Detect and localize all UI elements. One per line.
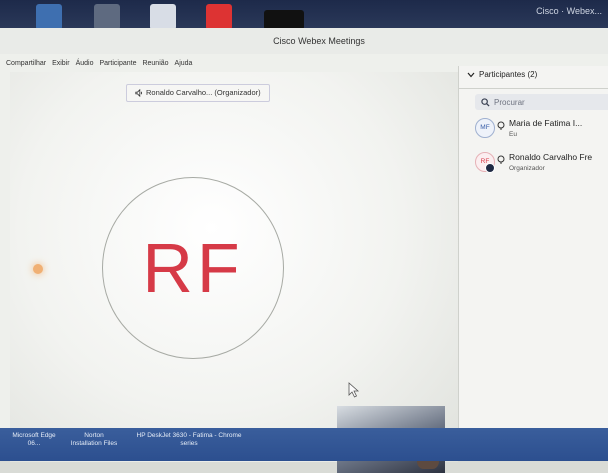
taskbar-label: HP DeskJet 3630 - Fatima - Chrome <box>136 432 242 439</box>
title-bar: Cisco Webex Meetings <box>0 28 608 54</box>
webex-window: Cisco Webex Meetings Compartilhar Exibir… <box>0 28 608 473</box>
panel-divider <box>459 88 608 89</box>
taskbar-label: Microsoft Edge <box>12 432 56 439</box>
microphone-icon[interactable] <box>497 121 505 131</box>
menu-exibir[interactable]: Exibir <box>52 60 70 67</box>
desktop-app-icon[interactable] <box>36 4 62 30</box>
light-reflection <box>33 264 43 274</box>
status-indicator <box>485 163 495 173</box>
taskbar-sublabel: series <box>180 440 198 447</box>
menu-ajuda[interactable]: Ajuda <box>175 60 193 67</box>
speaker-avatar: RF <box>102 177 284 359</box>
taskbar-sublabel: 06... <box>27 440 41 447</box>
taskbar-label: Norton <box>84 432 104 439</box>
participant-row[interactable]: MF Maria de Fatima I... Eu <box>475 118 608 150</box>
participant-search[interactable] <box>475 94 608 110</box>
taskbar-item[interactable]: Microsoft Edge 06... <box>2 432 66 448</box>
chevron-down-icon[interactable] <box>467 72 475 78</box>
taskbar-item[interactable]: Norton Installation Files <box>64 432 124 448</box>
participant-name: Maria de Fatima I... <box>509 118 583 128</box>
menu-bar: Compartilhar Exibir Áudio Participante R… <box>0 54 466 72</box>
video-stage[interactable]: Ronaldo Carvalho... (Organizador) RF <box>10 72 458 473</box>
menu-participante[interactable]: Participante <box>100 60 137 67</box>
window-title: Cisco Webex Meetings <box>273 36 365 46</box>
participants-header[interactable]: Participantes (2) <box>467 70 537 79</box>
desktop-taskbar: Microsoft Edge 06... Norton Installation… <box>0 428 608 461</box>
media-icon[interactable] <box>264 10 304 30</box>
search-icon <box>481 97 490 107</box>
menu-reuniao[interactable]: Reunião <box>142 60 168 67</box>
participants-title: Participantes (2) <box>479 70 538 79</box>
menu-compartilhar[interactable]: Compartilhar <box>6 60 46 67</box>
avatar-initials: RF <box>142 229 244 307</box>
active-speaker-label: Ronaldo Carvalho... (Organizador) <box>126 84 270 102</box>
participant-name: Ronaldo Carvalho Fre <box>509 152 593 162</box>
speaker-icon <box>135 89 142 97</box>
speaker-name: Ronaldo Carvalho... (Organizador) <box>146 88 261 97</box>
menu-audio[interactable]: Áudio <box>76 60 94 67</box>
participant-row[interactable]: RF Ronaldo Carvalho Fre Organizador <box>475 152 608 184</box>
desktop-app-icon[interactable] <box>94 4 120 30</box>
participant-role: Eu <box>509 131 517 138</box>
search-input[interactable] <box>494 97 604 107</box>
taskbar-item[interactable]: HP DeskJet 3630 - Fatima - Chrome series <box>124 432 254 448</box>
desktop-clock: Cisco · Webex... <box>536 6 602 16</box>
word-document-icon[interactable] <box>150 4 176 30</box>
participant-role: Organizador <box>509 165 545 172</box>
microphone-icon[interactable] <box>497 155 505 165</box>
pdf-icon[interactable] <box>206 4 232 30</box>
participants-panel: Participantes (2) MF Maria de Fatima I..… <box>458 66 608 461</box>
mouse-cursor-icon <box>348 382 360 398</box>
taskbar-sublabel: Installation Files <box>70 440 118 447</box>
participant-avatar: MF <box>475 118 495 138</box>
